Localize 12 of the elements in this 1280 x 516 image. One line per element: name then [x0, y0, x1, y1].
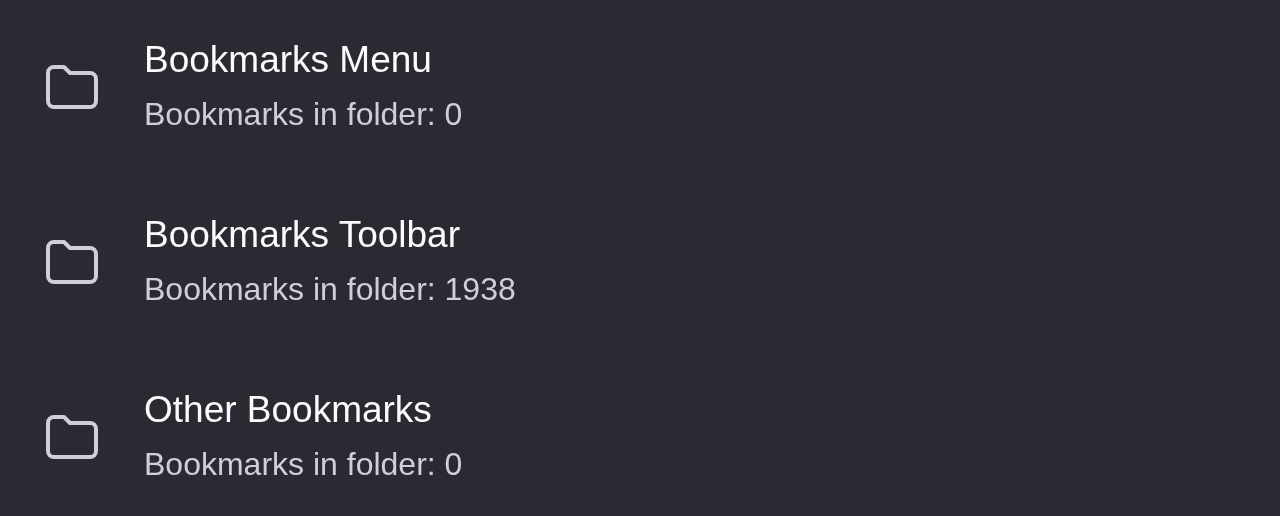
folder-icon [46, 414, 98, 459]
folder-row[interactable]: Bookmarks Menu Bookmarks in folder: 0 [0, 0, 1280, 175]
folder-count: Bookmarks in folder: 1938 [144, 269, 516, 309]
folder-icon [46, 239, 98, 284]
folder-title: Bookmarks Menu [144, 37, 433, 82]
folder-title: Bookmarks Toolbar [144, 212, 462, 257]
folder-icon [46, 64, 98, 109]
folder-row[interactable]: Other Bookmarks Bookmarks in folder: 0 [0, 350, 1280, 516]
folder-title: Other Bookmarks [144, 387, 433, 432]
folder-count: Bookmarks in folder: 0 [144, 94, 463, 134]
folder-count: Bookmarks in folder: 0 [144, 444, 463, 484]
folder-row[interactable]: Bookmarks Toolbar Bookmarks in folder: 1938 [0, 175, 1280, 350]
